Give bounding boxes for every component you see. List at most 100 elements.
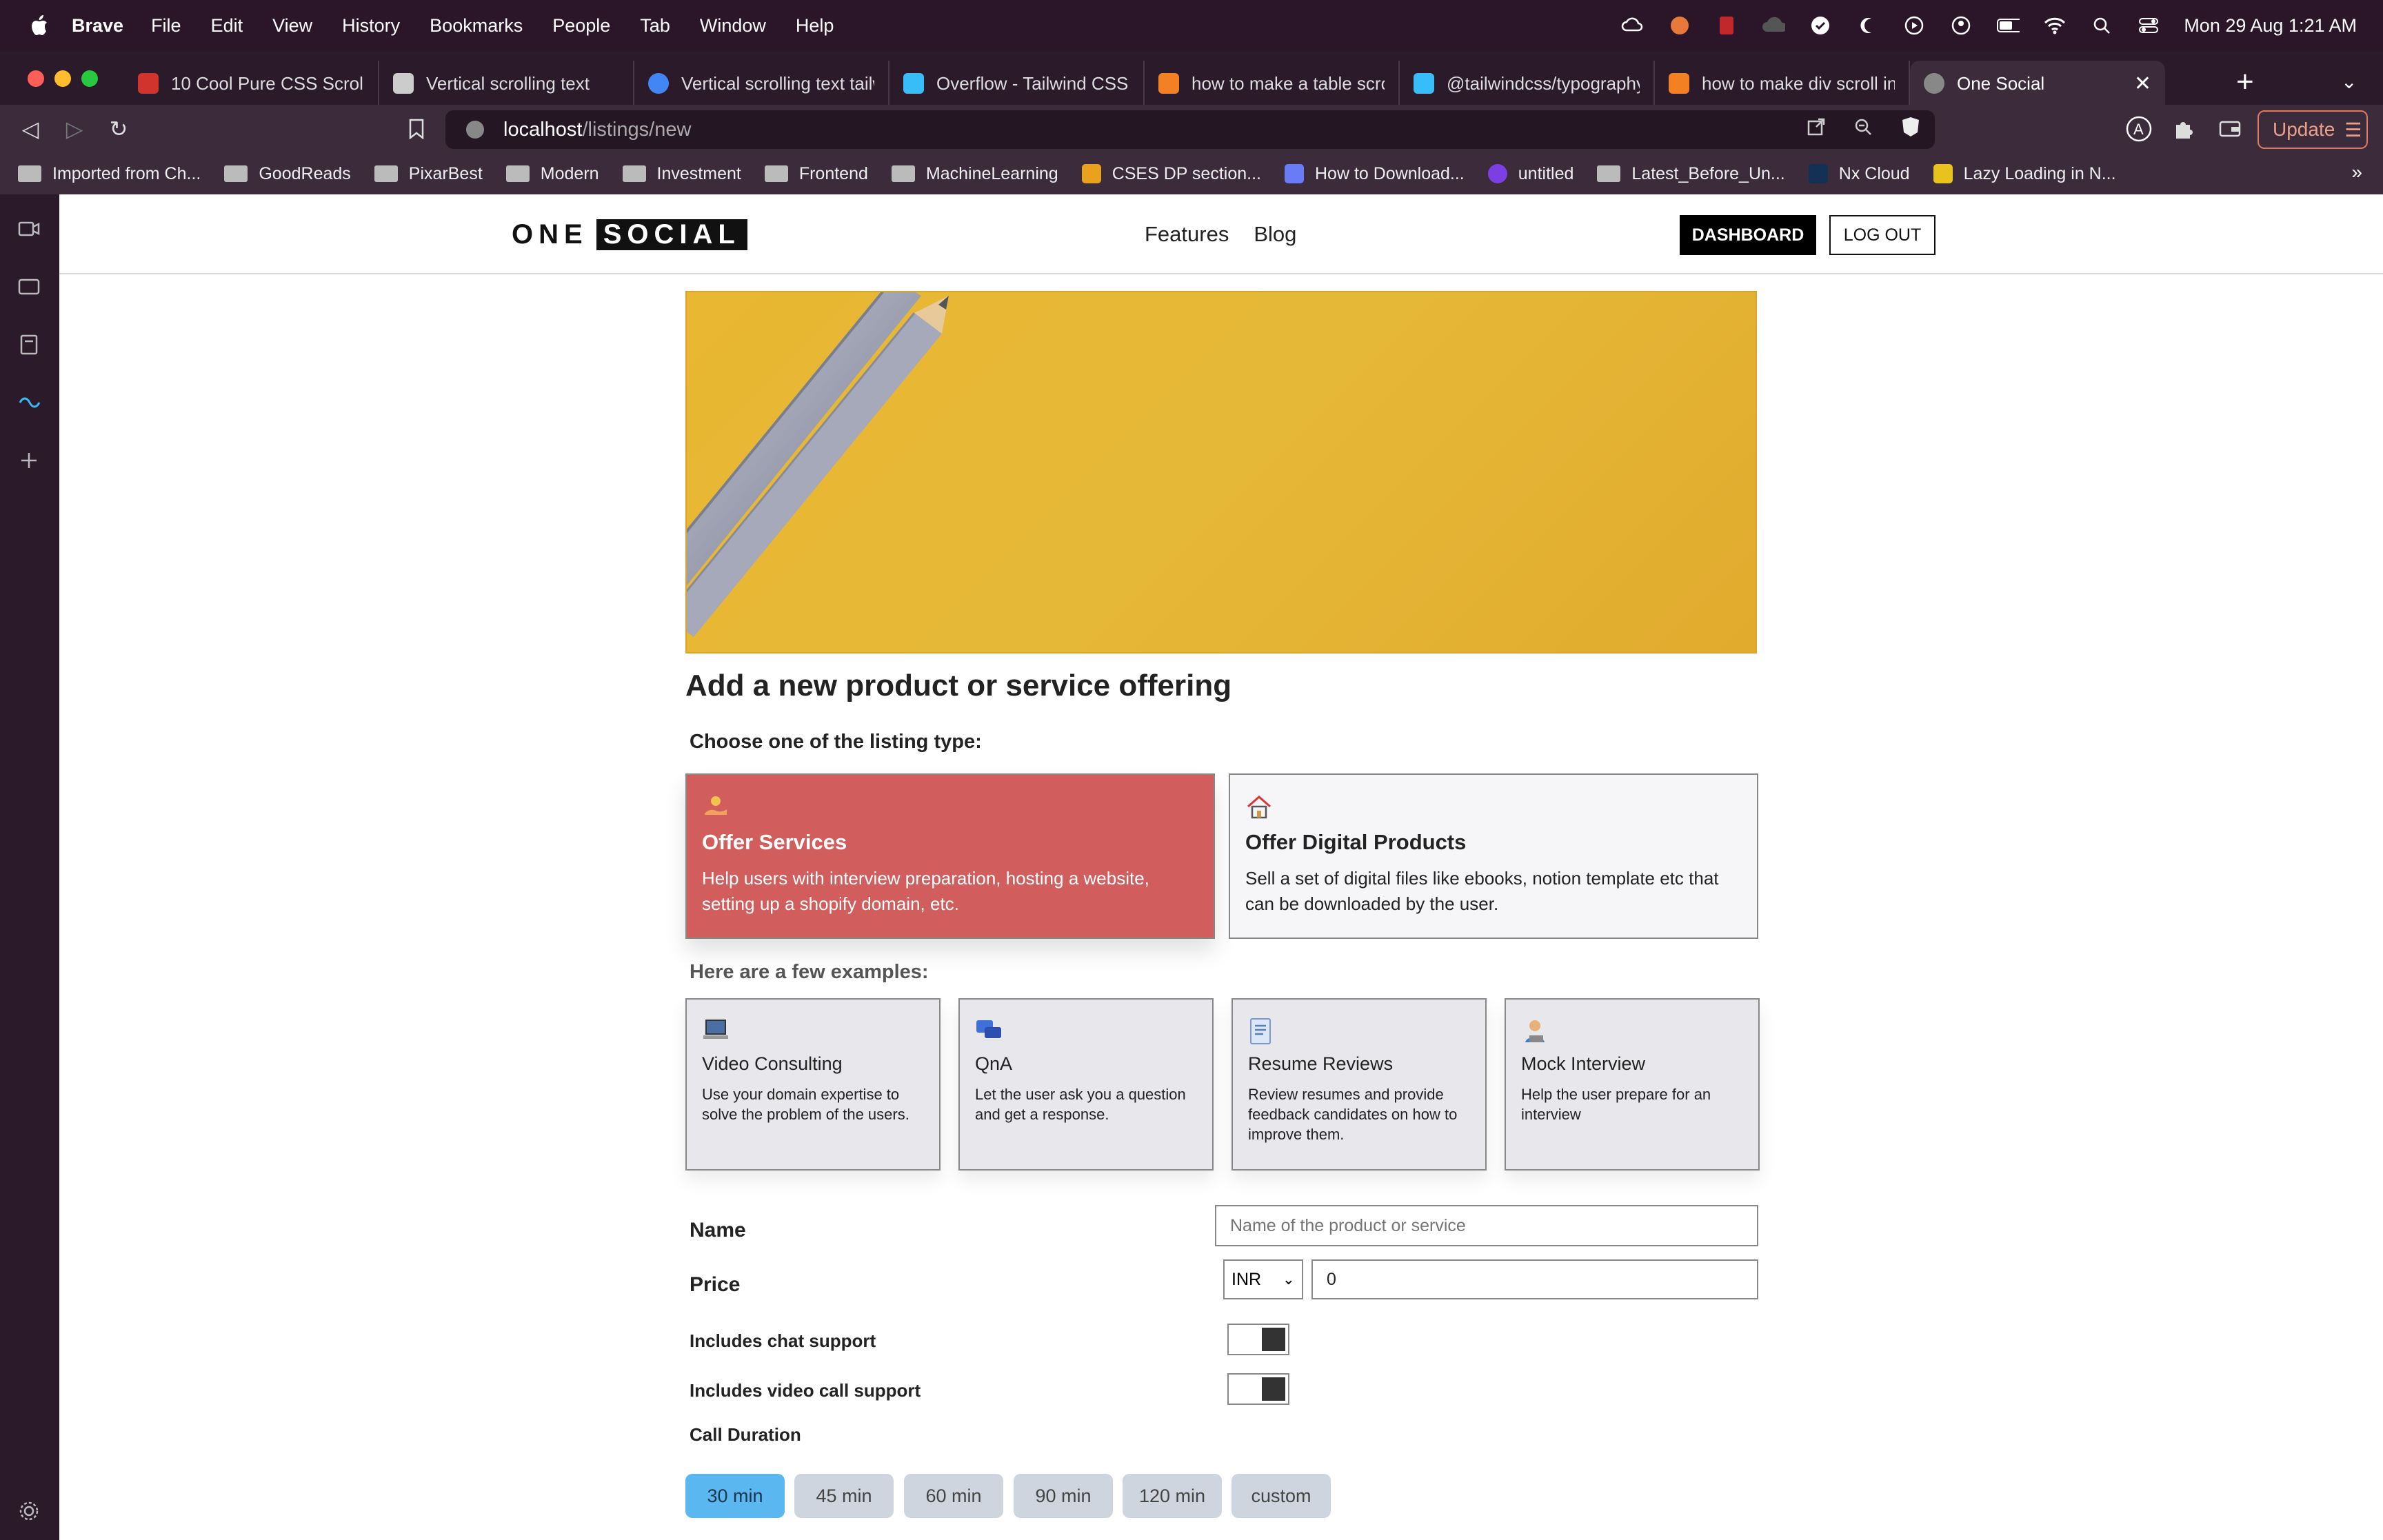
bookmark-lazy-loading[interactable]: Lazy Loading in N...: [1933, 164, 2116, 184]
extension-orange-icon[interactable]: [1668, 14, 1691, 37]
battery-icon[interactable]: [1996, 14, 2020, 37]
bookmark-folder-pixarbest[interactable]: PixarBest: [374, 164, 483, 184]
back-button[interactable]: ◁: [17, 115, 44, 143]
extension-red-icon[interactable]: [1715, 14, 1738, 37]
name-input[interactable]: [1215, 1205, 1758, 1246]
bookmark-nx-cloud[interactable]: Nx Cloud: [1808, 164, 1910, 184]
bookmark-label: Imported from Ch...: [52, 163, 201, 183]
user-account-icon[interactable]: [1949, 14, 1973, 37]
price-input[interactable]: 0: [1311, 1259, 1758, 1299]
wifi-icon[interactable]: [2043, 14, 2067, 37]
site-nav: Features Blog: [1145, 222, 1296, 247]
bookmark-folder-latest[interactable]: Latest_Before_Un...: [1597, 164, 1785, 184]
close-window-button[interactable]: [28, 70, 44, 87]
duration-60-min[interactable]: 60 min: [904, 1474, 1003, 1518]
chat-support-toggle[interactable]: [1227, 1324, 1289, 1355]
duration-30-min[interactable]: 30 min: [685, 1474, 785, 1518]
tab-overflow-tailwind[interactable]: Overflow - Tailwind CSS: [889, 61, 1145, 106]
bookmarks-overflow-icon[interactable]: »: [2351, 161, 2362, 183]
dashboard-button[interactable]: DASHBOARD: [1680, 215, 1816, 255]
duration-120-min[interactable]: 120 min: [1123, 1474, 1222, 1518]
nav-link-features[interactable]: Features: [1145, 222, 1229, 247]
zoom-icon[interactable]: [1853, 117, 1873, 142]
listing-type-label: Choose one of the listing type:: [690, 731, 982, 753]
reading-list-icon[interactable]: [15, 331, 43, 358]
tab-div-scroll[interactable]: how to make div scroll inte: [1655, 61, 1910, 106]
wallet-sidebar-icon[interactable]: [15, 273, 43, 301]
one-social-logo[interactable]: ONE SOCIAL: [512, 219, 747, 250]
new-tab-button[interactable]: +: [2236, 65, 2254, 99]
menu-people[interactable]: People: [552, 15, 610, 37]
card-title: Offer Digital Products: [1245, 830, 1467, 854]
share-icon[interactable]: [1807, 117, 1826, 142]
tab-vertical-scrolling-text[interactable]: Vertical scrolling text: [379, 61, 634, 106]
house-icon: [1245, 793, 1273, 820]
control-center-icon[interactable]: [2137, 14, 2160, 37]
currency-select[interactable]: INR ⌄: [1223, 1259, 1303, 1299]
tab-one-social[interactable]: One Social ✕: [1910, 61, 2165, 106]
night-shift-icon[interactable]: [1856, 14, 1879, 37]
extensions-puzzle-icon[interactable]: [2169, 115, 2197, 143]
logout-button[interactable]: LOG OUT: [1829, 215, 1935, 255]
bookmark-cses-dp[interactable]: CSES DP section...: [1081, 164, 1261, 184]
hero-image-pencils: [685, 291, 1757, 654]
menu-view[interactable]: View: [272, 15, 312, 37]
menu-edit[interactable]: Edit: [211, 15, 243, 37]
site-info-icon[interactable]: [466, 121, 484, 139]
tab-table-scrollable[interactable]: how to make a table scrolla: [1145, 61, 1400, 106]
duration-custom[interactable]: custom: [1231, 1474, 1331, 1518]
update-button[interactable]: Update ☰: [2258, 110, 2368, 149]
add-sidebar-icon[interactable]: [15, 447, 43, 474]
tab-cool-css-scrolling[interactable]: 10 Cool Pure CSS Scrolling: [124, 61, 379, 106]
bookmark-label: Investment: [656, 163, 741, 183]
bookmark-folder-imported[interactable]: Imported from Ch...: [18, 164, 201, 184]
forward-button[interactable]: ▷: [61, 115, 88, 143]
close-tab-icon[interactable]: ✕: [2123, 72, 2151, 96]
bookmark-how-to-download[interactable]: How to Download...: [1284, 164, 1465, 184]
bookmark-page-icon[interactable]: [403, 115, 430, 143]
minimize-window-button[interactable]: [54, 70, 71, 87]
menubar-clock[interactable]: Mon 29 Aug 1:21 AM: [2184, 15, 2357, 37]
wallet-icon[interactable]: [2216, 115, 2244, 143]
menu-bookmarks[interactable]: Bookmarks: [430, 15, 523, 37]
tab-search-chevron-icon[interactable]: ⌄: [2341, 70, 2357, 93]
offer-digital-products-card[interactable]: Offer Digital Products Sell a set of dig…: [1229, 773, 1758, 939]
tab-tailwind-typography[interactable]: @tailwindcss/typography -: [1400, 61, 1655, 106]
bookmark-untitled[interactable]: untitled: [1487, 164, 1573, 184]
tailwind-sidebar-icon[interactable]: [15, 389, 43, 416]
menu-history[interactable]: History: [342, 15, 400, 37]
creative-cloud-icon[interactable]: [1762, 14, 1786, 37]
offer-services-card[interactable]: Offer Services Help users with interview…: [685, 773, 1215, 939]
address-bar[interactable]: localhost/listings/new: [445, 110, 1935, 149]
tab-vertical-scrolling-tailwind[interactable]: Vertical scrolling text tailwi: [634, 61, 889, 106]
duration-45-min[interactable]: 45 min: [794, 1474, 894, 1518]
duration-90-min[interactable]: 90 min: [1014, 1474, 1113, 1518]
tab-title: Vertical scrolling text: [426, 72, 590, 94]
bookmark-folder-goodreads[interactable]: GoodReads: [224, 164, 351, 184]
menu-help[interactable]: Help: [796, 15, 834, 37]
tab-favicon: [1669, 73, 1689, 94]
reload-button[interactable]: ↻: [105, 115, 132, 143]
video-sidebar-icon[interactable]: [15, 215, 43, 243]
menu-file[interactable]: File: [151, 15, 181, 37]
cloud-sync-icon[interactable]: [1621, 14, 1645, 37]
menu-window[interactable]: Window: [700, 15, 766, 37]
spotlight-search-icon[interactable]: [2090, 14, 2113, 37]
nav-link-blog[interactable]: Blog: [1254, 222, 1296, 247]
play-icon[interactable]: [1902, 14, 1926, 37]
brave-shields-icon[interactable]: [1900, 116, 1921, 143]
app-menu-brave[interactable]: Brave: [72, 15, 123, 37]
apple-icon[interactable]: [26, 13, 51, 38]
bookmark-folder-investment[interactable]: Investment: [622, 163, 741, 184]
bookmark-folder-machinelearning[interactable]: MachineLearning: [891, 164, 1058, 184]
zoom-window-button[interactable]: [81, 70, 98, 87]
bookmark-folder-frontend[interactable]: Frontend: [764, 164, 868, 184]
video-call-support-toggle[interactable]: [1227, 1373, 1289, 1405]
settings-gear-icon[interactable]: [15, 1497, 43, 1525]
menu-tab[interactable]: Tab: [640, 15, 670, 37]
bookmark-folder-modern[interactable]: Modern: [505, 164, 599, 184]
grammarly-icon[interactable]: [1809, 14, 1832, 37]
account-icon[interactable]: A: [2125, 115, 2153, 143]
logo-social-text: SOCIAL: [596, 219, 747, 250]
folder-icon: [18, 165, 41, 182]
